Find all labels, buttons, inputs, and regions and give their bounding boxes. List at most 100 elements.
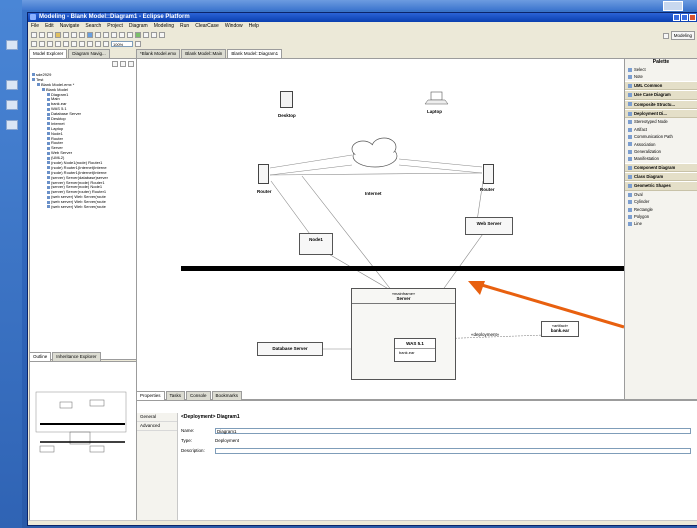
menu-file[interactable]: File [31, 23, 39, 29]
menu-diagram[interactable]: Diagram [129, 23, 148, 29]
collapse-all-icon[interactable] [112, 61, 118, 67]
folder-icon[interactable] [55, 31, 61, 38]
palette-tool[interactable]: Communication Path [625, 133, 697, 140]
nav-forward-icon[interactable] [39, 40, 45, 47]
maximize-button[interactable] [681, 14, 688, 21]
nav-back-icon[interactable] [31, 40, 37, 47]
router-left-icon[interactable] [258, 164, 269, 184]
palette-tool[interactable]: Oval [625, 191, 697, 198]
web-server-box[interactable]: Web Server [465, 217, 513, 235]
section-advanced[interactable]: Advanced [137, 422, 177, 431]
ungroup-icon[interactable] [87, 40, 93, 47]
tab-bookmarks[interactable]: Bookmarks [211, 391, 243, 400]
palette-tool[interactable]: Polygon [625, 213, 697, 220]
section-general[interactable]: General [137, 413, 177, 422]
taskbar-button[interactable] [663, 1, 683, 11]
close-button[interactable] [689, 14, 696, 21]
tree-item[interactable]: (web server) Web Server(route [32, 204, 134, 210]
was-node-box[interactable]: WAS 5.1 bank.ear [394, 338, 436, 362]
paste-icon[interactable] [79, 31, 85, 38]
palette-tool[interactable]: Select [625, 66, 697, 73]
run-icon[interactable] [135, 31, 141, 38]
name-field[interactable]: Diagram1 [215, 428, 691, 434]
palette-drawer[interactable]: Deployment Di... [625, 108, 697, 119]
palette-drawer[interactable]: Class Diagram [625, 172, 697, 182]
menu-help[interactable]: Help [249, 23, 259, 29]
italic-icon[interactable] [103, 31, 109, 38]
palette-tool[interactable]: Cylinder [625, 198, 697, 205]
database-server-box[interactable]: Database Server [257, 342, 323, 356]
delete-icon[interactable] [95, 40, 101, 47]
tab-blank-model-emx[interactable]: *Blank Model.emx [136, 49, 181, 58]
line-color-icon[interactable] [127, 31, 133, 38]
tab-diagram-navigator[interactable]: Diagram Navig... [68, 49, 110, 58]
server-node-box[interactable]: «mainframe» Server WAS 5.1 bank.ear [351, 288, 456, 380]
tab-model-explorer[interactable]: Model Explorer [29, 49, 68, 58]
palette-tool[interactable]: Note [625, 73, 697, 80]
menu-clearcase[interactable]: ClearCase [195, 23, 219, 29]
modeling-perspective-button[interactable]: Modeling [670, 31, 695, 40]
tab-diagram1[interactable]: Blank Model::Diagram1 [227, 49, 283, 58]
tab-properties[interactable]: Properties [136, 391, 165, 400]
zoom-icon[interactable] [103, 40, 109, 47]
palette-tool[interactable]: Line [625, 220, 697, 227]
palette-drawer[interactable]: UML Common [625, 80, 697, 91]
description-field[interactable] [215, 448, 691, 454]
palette-tool[interactable]: Association [625, 141, 697, 148]
tab-outline[interactable]: Outline [29, 352, 52, 361]
menu-search[interactable]: Search [85, 23, 101, 29]
palette-tool[interactable]: Artifact [625, 126, 697, 133]
palette-tool[interactable]: Generalization [625, 148, 697, 155]
link-editor-icon[interactable] [120, 61, 126, 67]
desktop-shortcut-icon[interactable] [6, 100, 18, 110]
tab-inheritance-explorer[interactable]: Inheritance Explorer [52, 352, 101, 361]
group-icon[interactable] [79, 40, 85, 47]
save-icon[interactable] [39, 31, 45, 38]
view-menu-icon[interactable] [128, 61, 134, 67]
menu-modeling[interactable]: Modeling [154, 23, 174, 29]
tab-console[interactable]: Console [186, 391, 211, 400]
outline-thumbnail[interactable] [30, 362, 136, 522]
palette-drawer[interactable]: Use Case Diagram [625, 90, 697, 100]
desktop-shortcut-icon[interactable] [6, 120, 18, 130]
print-icon[interactable] [47, 31, 53, 38]
artifact-box[interactable]: «artifact» bank.ear [541, 321, 579, 337]
back-icon[interactable] [151, 31, 157, 38]
palette-drawer[interactable]: Component Diagram [625, 162, 697, 173]
zoom-select[interactable]: 100% [111, 40, 133, 47]
arrange-icon[interactable] [55, 40, 61, 47]
desktop-shortcut-icon[interactable] [6, 40, 18, 50]
align-center-icon[interactable] [71, 40, 77, 47]
debug-icon[interactable] [143, 31, 149, 38]
forward-icon[interactable] [159, 31, 165, 38]
desktop-icon[interactable] [280, 91, 293, 108]
palette-tool[interactable]: Stereotyped Node [625, 118, 697, 125]
align-icon[interactable] [111, 31, 117, 38]
bold-icon[interactable] [95, 31, 101, 38]
font-icon[interactable] [87, 31, 93, 38]
open-perspective-icon[interactable] [662, 32, 669, 39]
diagram-editor[interactable]: Desktop Laptop Router Router Internet No… [136, 58, 625, 400]
menu-project[interactable]: Project [107, 23, 123, 29]
minimize-button[interactable] [673, 14, 680, 21]
palette-drawer[interactable]: Geometric Shapes [625, 181, 697, 191]
menu-window[interactable]: Window [225, 23, 243, 29]
palette-drawer[interactable]: Composite Structu... [625, 99, 697, 109]
new-icon[interactable] [31, 31, 37, 38]
align-left-icon[interactable] [63, 40, 69, 47]
select-all-icon[interactable] [47, 40, 53, 47]
chevron-down-icon[interactable] [135, 40, 141, 47]
tab-main-diagram[interactable]: Blank Model::Main [181, 49, 227, 58]
copy-icon[interactable] [71, 31, 77, 38]
menu-navigate[interactable]: Navigate [60, 23, 80, 29]
palette-tool[interactable]: Manifestation [625, 155, 697, 162]
desktop-shortcut-icon[interactable] [6, 80, 18, 90]
node1-box[interactable]: Node1 [299, 233, 333, 255]
tab-tasks[interactable]: Tasks [165, 391, 186, 400]
palette-tool[interactable]: Rectangle [625, 206, 697, 213]
router-right-icon[interactable] [483, 164, 494, 184]
cut-icon[interactable] [63, 31, 69, 38]
fill-color-icon[interactable] [119, 31, 125, 38]
menu-run[interactable]: Run [180, 23, 189, 29]
menu-edit[interactable]: Edit [45, 23, 54, 29]
